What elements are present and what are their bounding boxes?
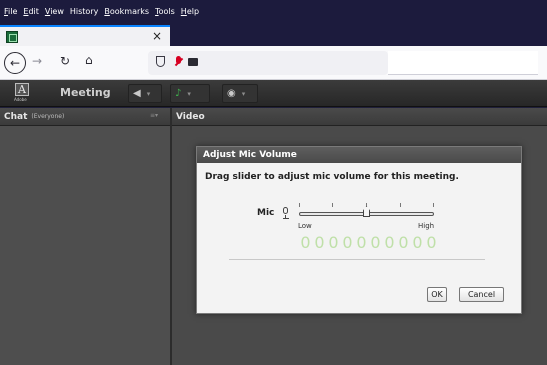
microphone-icon bbox=[281, 207, 291, 219]
level-segment: 0 bbox=[370, 233, 381, 252]
pod-menu-icon[interactable]: ≡▾ bbox=[150, 112, 158, 119]
chevron-down-icon[interactable]: ▾ bbox=[187, 90, 191, 98]
microphone-blocked-icon[interactable] bbox=[174, 56, 184, 67]
chat-pod-header: Chat (Everyone) ≡▾ bbox=[0, 108, 170, 126]
site-favicon-icon bbox=[6, 30, 18, 43]
high-label: High bbox=[418, 222, 435, 230]
menu-history[interactable]: History bbox=[70, 7, 98, 16]
chevron-down-icon[interactable]: ▾ bbox=[242, 90, 246, 98]
speaker-icon: ◀ bbox=[133, 88, 141, 99]
chat-pod-body bbox=[0, 126, 170, 365]
menu-file[interactable]: File bbox=[4, 7, 17, 16]
microphone-icon: ♪ bbox=[175, 88, 182, 99]
slider-tick bbox=[299, 203, 300, 207]
back-arrow-icon: ← bbox=[9, 56, 21, 70]
mic-label: Mic bbox=[257, 208, 275, 218]
adjust-mic-volume-dialog: Adjust Mic Volume Drag slider to adjust … bbox=[196, 146, 522, 314]
slider-thumb[interactable] bbox=[363, 206, 370, 217]
level-segment: 0 bbox=[328, 233, 339, 252]
chevron-down-icon[interactable]: ▾ bbox=[147, 90, 151, 98]
menubar: File Edit View History Bookmarks Tools H… bbox=[0, 0, 547, 22]
camera-permission-icon[interactable] bbox=[188, 58, 198, 66]
ok-button[interactable]: OK bbox=[427, 287, 447, 302]
webcam-button[interactable]: ◉ ▾ bbox=[222, 84, 258, 103]
menu-help[interactable]: Help bbox=[181, 7, 199, 16]
slider-tick bbox=[400, 203, 401, 207]
url-bar[interactable] bbox=[148, 51, 388, 75]
chat-pod-title: Chat bbox=[4, 111, 28, 122]
navigation-bar: ← → ↻ ⌂ bbox=[0, 46, 547, 80]
tab-strip: × + bbox=[0, 22, 547, 64]
menu-view[interactable]: View bbox=[45, 7, 64, 16]
home-button[interactable]: ⌂ bbox=[85, 53, 93, 67]
dialog-title: Adjust Mic Volume bbox=[203, 150, 297, 160]
dialog-message: Drag slider to adjust mic volume for thi… bbox=[205, 172, 459, 182]
dialog-divider bbox=[229, 259, 485, 260]
tracking-shield-icon[interactable] bbox=[156, 56, 165, 67]
meeting-menu[interactable]: Meeting bbox=[60, 86, 111, 99]
microphone-button[interactable]: ♪ ▾ bbox=[170, 84, 210, 103]
level-segment: 0 bbox=[384, 233, 395, 252]
forward-button[interactable]: → bbox=[32, 54, 42, 68]
level-segment: 0 bbox=[356, 233, 367, 252]
level-segment: 0 bbox=[342, 233, 353, 252]
low-label: Low bbox=[298, 222, 312, 230]
slider-tick bbox=[332, 203, 333, 207]
level-segment: 0 bbox=[398, 233, 409, 252]
level-segment: 0 bbox=[314, 233, 325, 252]
level-segment: 0 bbox=[412, 233, 423, 252]
dialog-titlebar[interactable]: Adjust Mic Volume bbox=[197, 147, 521, 163]
video-pod-header: Video bbox=[172, 108, 547, 126]
mic-level-meter: 0 0 0 0 0 0 0 0 0 0 bbox=[299, 234, 438, 252]
connect-toolbar: Adobe Meeting ◀ ▾ ♪ ▾ ◉ ▾ bbox=[0, 80, 547, 107]
browser-tab[interactable]: × bbox=[0, 25, 170, 46]
webcam-icon: ◉ bbox=[227, 88, 236, 99]
menu-tools[interactable]: Tools bbox=[155, 7, 175, 16]
menu-edit[interactable]: Edit bbox=[23, 7, 39, 16]
back-button[interactable]: ← bbox=[4, 52, 26, 74]
chat-audience: (Everyone) bbox=[31, 113, 65, 120]
menu-bookmarks[interactable]: Bookmarks bbox=[104, 7, 149, 16]
adobe-logo-icon bbox=[15, 83, 29, 96]
close-tab-icon[interactable]: × bbox=[152, 29, 162, 43]
reload-button[interactable]: ↻ bbox=[60, 54, 70, 68]
adobe-logo: Adobe bbox=[14, 83, 30, 103]
speaker-button[interactable]: ◀ ▾ bbox=[128, 84, 162, 103]
level-segment: 0 bbox=[300, 233, 311, 252]
cancel-button[interactable]: Cancel bbox=[459, 287, 504, 302]
url-input[interactable] bbox=[388, 51, 538, 75]
level-segment: 0 bbox=[426, 233, 437, 252]
video-pod-title: Video bbox=[176, 111, 205, 122]
slider-tick bbox=[433, 203, 434, 207]
